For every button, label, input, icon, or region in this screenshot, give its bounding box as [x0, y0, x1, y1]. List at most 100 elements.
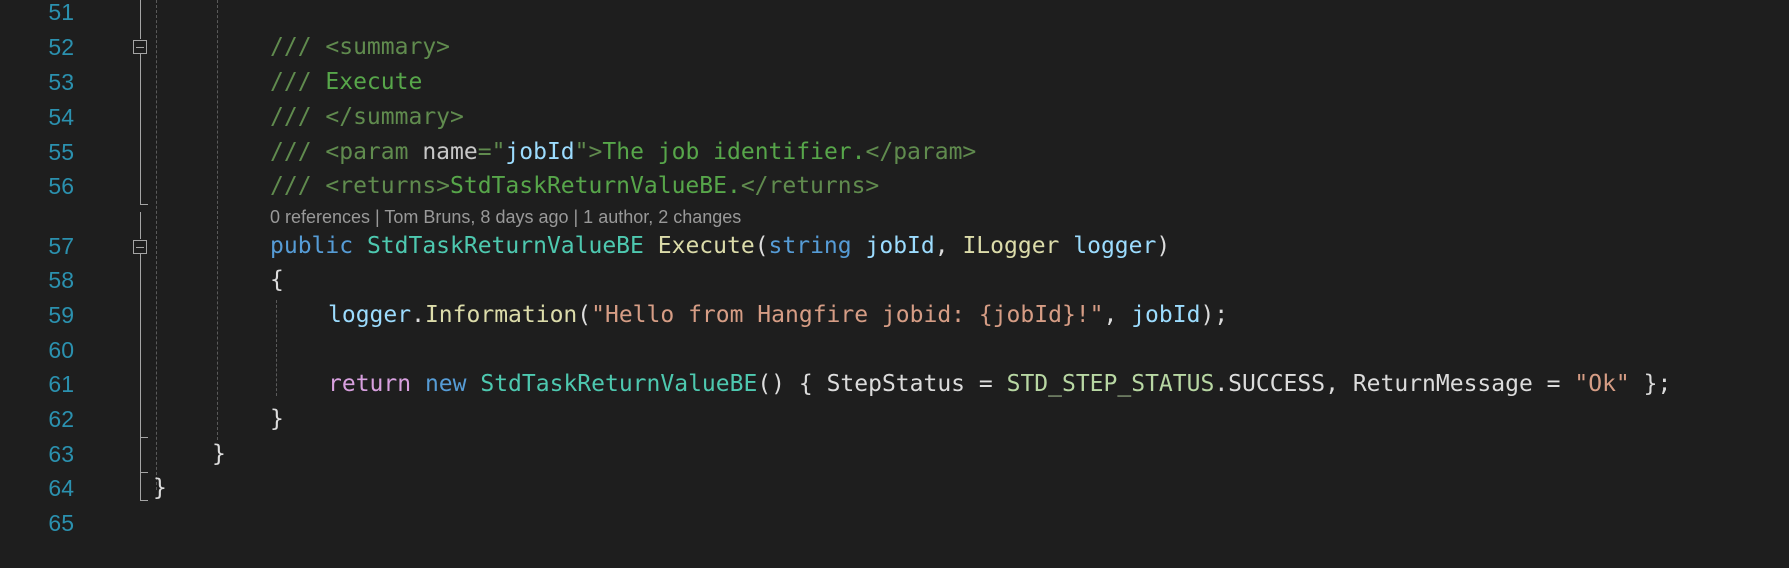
code-token: }	[270, 406, 284, 432]
code-token: )	[1156, 233, 1171, 259]
code-token: >	[588, 139, 603, 165]
code-token: StdTaskReturnValueBE.	[450, 173, 741, 199]
code-token: string	[768, 233, 852, 259]
code-token: "	[574, 139, 589, 165]
code-token: StdTaskReturnValueBE	[366, 233, 644, 259]
line-number: 60	[48, 337, 74, 363]
code-token: .	[411, 302, 425, 328]
code-editor[interactable]: 51 52 /// <summary> 53 /// Execute 54 //…	[0, 0, 1789, 568]
code-token: Execute	[657, 233, 755, 259]
line-number: 65	[48, 510, 74, 536]
code-token: .	[1214, 371, 1229, 397]
code-token: () {	[757, 371, 827, 397]
code-text: }	[212, 437, 226, 472]
code-text: return new StdTaskReturnValueBE() { Step…	[328, 367, 1671, 402]
code-line[interactable]: 59 logger.Information("Hello from Hangfi…	[0, 298, 1789, 333]
code-token: ///	[270, 139, 326, 165]
code-token: ///	[270, 69, 326, 95]
code-text: /// <param name="jobId">The job identifi…	[270, 135, 976, 170]
code-token: (	[754, 233, 769, 259]
code-line[interactable]: 54 /// </summary>	[0, 100, 1789, 135]
line-number: 55	[48, 139, 74, 165]
code-token: "Hello from Hangfire jobid: {jobId}!"	[591, 302, 1104, 328]
code-token: ///	[270, 34, 326, 60]
line-number: 51	[48, 0, 74, 25]
codelens-info[interactable]: 0 references | Tom Bruns, 8 days ago | 1…	[270, 204, 741, 230]
code-token: return	[328, 371, 412, 397]
code-line[interactable]: 53 /// Execute	[0, 65, 1789, 100]
code-line[interactable]: 62 }	[0, 402, 1789, 437]
code-token: ,	[1325, 371, 1353, 397]
code-token: }	[212, 441, 226, 467]
code-token: =	[965, 371, 1007, 397]
code-line[interactable]: 52 /// <summary>	[0, 30, 1789, 65]
code-token: Execute	[325, 69, 423, 95]
line-number: 53	[48, 69, 74, 95]
code-line[interactable]: 63 }	[0, 437, 1789, 472]
code-text: }	[270, 402, 284, 437]
code-text: logger.Information("Hello from Hangfire …	[328, 298, 1228, 333]
code-token: logger	[328, 302, 412, 328]
code-text: /// <returns>StdTaskReturnValueBE.</retu…	[270, 169, 879, 204]
line-number: 52	[48, 34, 74, 60]
code-token: <param	[325, 139, 423, 165]
code-token: ///	[270, 104, 326, 130]
code-line[interactable]: 57 public StdTaskReturnValueBE Execute(s…	[0, 229, 1789, 264]
code-line[interactable]: 51	[0, 0, 1789, 30]
code-token: StepStatus	[826, 371, 966, 397]
code-token: STD_STEP_STATUS	[1006, 371, 1215, 397]
code-token: (	[577, 302, 592, 328]
code-line[interactable]: 58 {	[0, 263, 1789, 298]
code-token: =	[1532, 371, 1575, 397]
code-line[interactable]: 56 /// <returns>StdTaskReturnValueBE.</r…	[0, 169, 1789, 204]
code-token: StdTaskReturnValueBE	[480, 371, 758, 397]
code-token: ,	[1103, 302, 1132, 328]
code-text: /// <summary>	[270, 30, 450, 65]
code-token: "Ok"	[1574, 371, 1630, 397]
code-token: The job identifier.	[602, 139, 866, 165]
code-token: {	[270, 267, 284, 293]
code-token: <returns>	[325, 173, 451, 199]
code-token: ,	[934, 233, 963, 259]
code-token: logger	[1073, 233, 1157, 259]
line-number: 54	[48, 104, 74, 130]
code-token: public	[270, 233, 367, 259]
code-line[interactable]: 60	[0, 333, 1789, 368]
code-text: }	[153, 471, 167, 506]
code-line[interactable]: 55 /// <param name="jobId">The job ident…	[0, 135, 1789, 170]
code-token: jobId	[865, 233, 935, 259]
line-number: 58	[48, 267, 74, 293]
code-line[interactable]: 65	[0, 506, 1789, 541]
code-token: new	[424, 371, 467, 397]
line-number: 62	[48, 406, 74, 432]
line-number: 56	[48, 173, 74, 199]
code-line[interactable]: 64 }	[0, 471, 1789, 506]
code-token: <summary>	[325, 34, 451, 60]
code-text: public StdTaskReturnValueBE Execute(stri…	[270, 229, 1170, 264]
line-number: 64	[48, 475, 74, 501]
outline-end	[140, 204, 148, 205]
code-token: SUCCESS	[1228, 371, 1326, 397]
code-token: };	[1629, 371, 1672, 397]
line-number: 61	[48, 371, 74, 397]
code-token: ReturnMessage	[1352, 371, 1533, 397]
code-token: ///	[270, 173, 326, 199]
code-token: </param>	[865, 139, 977, 165]
line-number: 57	[48, 233, 74, 259]
code-token: jobId	[505, 139, 575, 165]
code-token: </summary>	[325, 104, 464, 130]
code-text: /// Execute	[270, 65, 422, 100]
line-number: 63	[48, 441, 74, 467]
code-token: ILogger	[962, 233, 1060, 259]
code-text: /// </summary>	[270, 100, 464, 135]
code-token: );	[1200, 302, 1229, 328]
line-number: 59	[48, 302, 74, 328]
code-token: jobId	[1131, 302, 1201, 328]
code-token: Information	[424, 302, 578, 328]
code-line[interactable]: 61 return new StdTaskReturnValueBE() { S…	[0, 367, 1789, 402]
code-token: name	[422, 139, 478, 165]
